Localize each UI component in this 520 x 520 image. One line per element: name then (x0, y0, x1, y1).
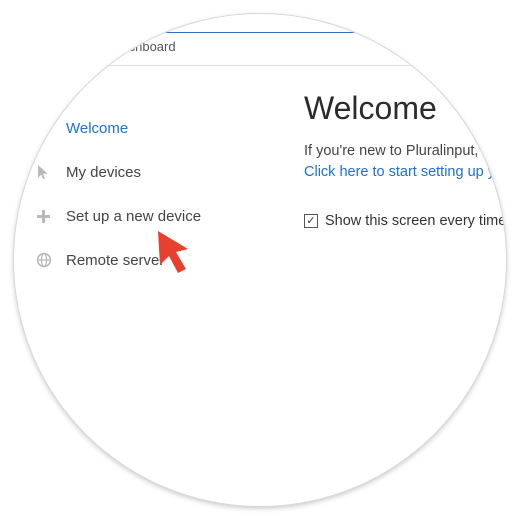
setup-link[interactable]: Click here to start setting up your (304, 164, 506, 180)
globe-icon (36, 252, 66, 268)
sidebar-item-label: Welcome (66, 120, 128, 137)
sidebar-item-my-devices[interactable]: My devices (14, 150, 274, 194)
sidebar-item-label: Remote server (66, 252, 164, 269)
intro-text: If you're new to Pluralinput, the (304, 141, 506, 162)
window-titlebar: Dashboard (14, 32, 506, 66)
checkbox-label: Show this screen every time the (325, 213, 506, 229)
sidebar-item-setup-device[interactable]: Set up a new device (14, 194, 274, 238)
main-content: Welcome If you're new to Pluralinput, th… (304, 90, 506, 229)
page-title: Welcome (304, 90, 506, 127)
window-title: Dashboard (112, 39, 176, 54)
sidebar: Welcome My devices Set up a new device R… (14, 66, 274, 282)
plus-icon (36, 209, 66, 224)
sidebar-item-remote-server[interactable]: Remote server (14, 238, 274, 282)
show-on-start-checkbox[interactable]: ✓ (304, 214, 318, 228)
sidebar-item-label: Set up a new device (66, 208, 201, 225)
sidebar-item-label: My devices (66, 164, 141, 181)
cursor-icon (36, 164, 66, 180)
sidebar-item-welcome[interactable]: Welcome (14, 106, 274, 150)
